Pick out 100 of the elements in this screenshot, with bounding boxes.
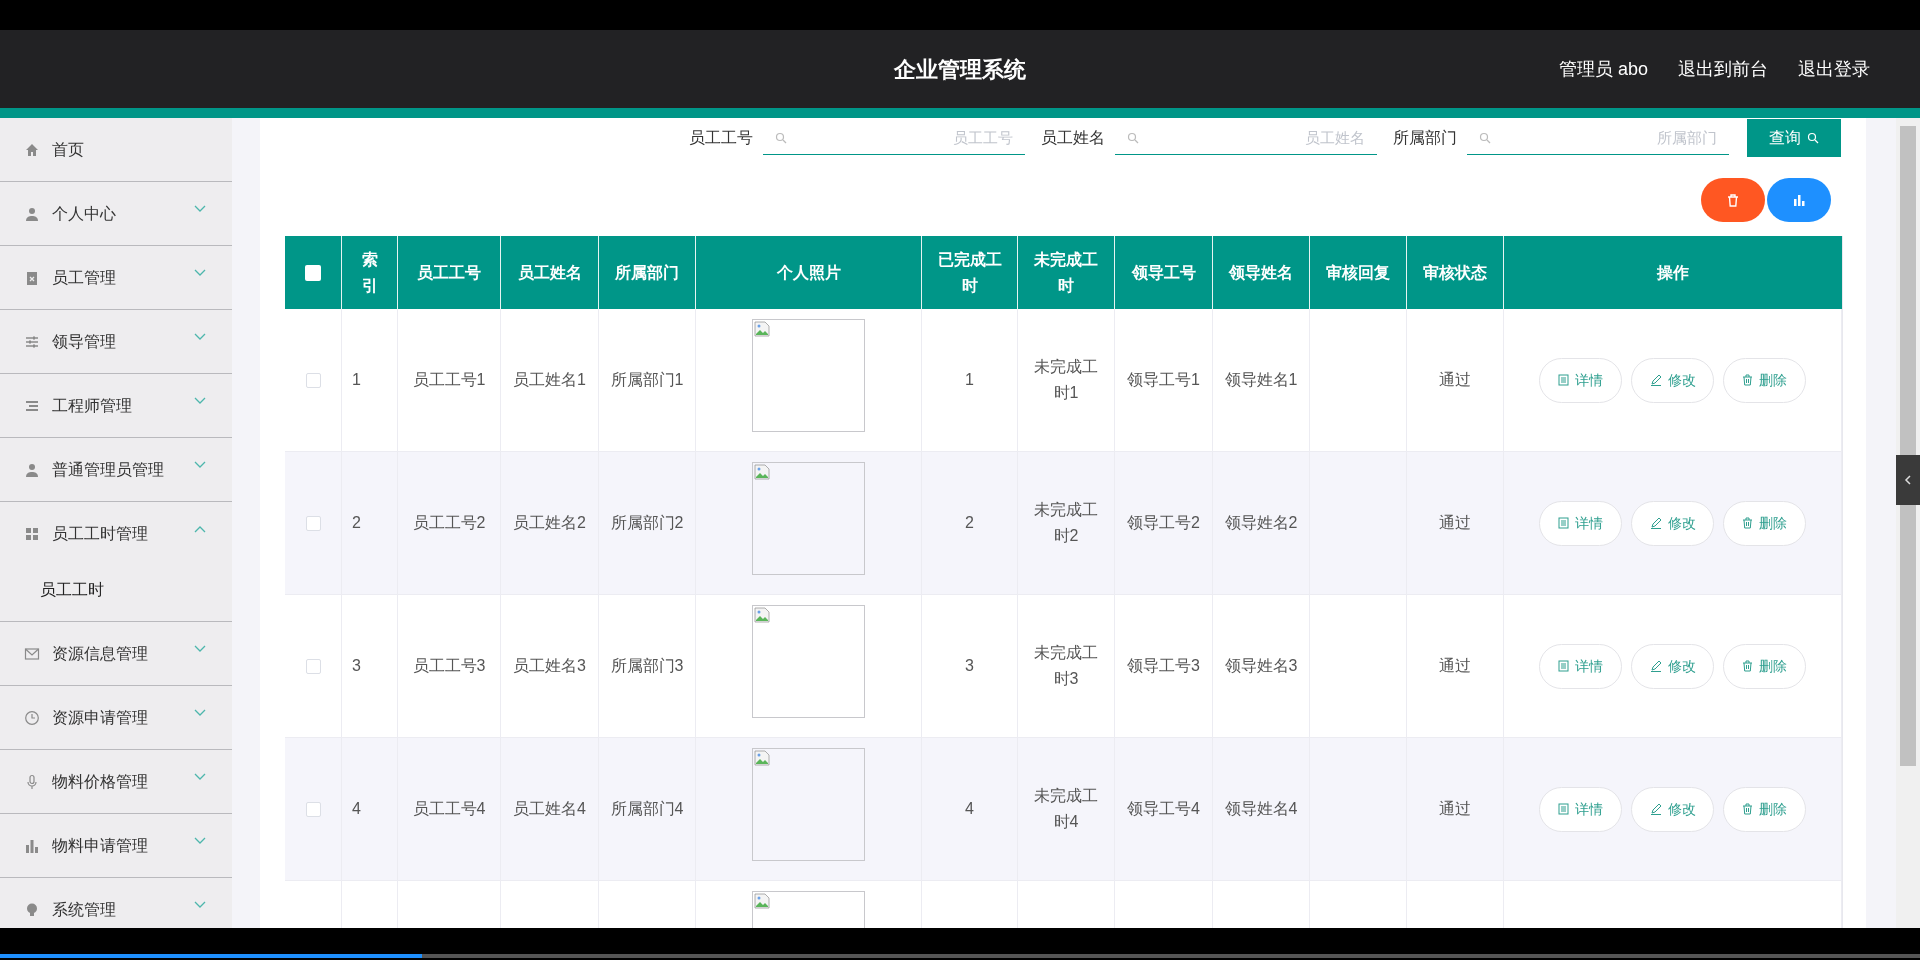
sidebar-item[interactable]: 资源申请管理 (0, 686, 232, 749)
column-header: 员工工号 (417, 262, 481, 283)
mail-icon (24, 645, 40, 662)
row-checkbox[interactable] (305, 658, 321, 674)
select-all-checkbox[interactable] (305, 264, 321, 281)
sidebar-item[interactable]: 工程师管理 (0, 374, 232, 437)
clipboard-icon (24, 269, 40, 286)
table-cell-text: 员工工号2 (412, 513, 486, 533)
scrollbar-thumb[interactable] (1900, 126, 1916, 766)
table-cell-text: 员工工号3 (412, 656, 486, 676)
table-cell-text: 员工工号4 (412, 799, 486, 819)
search-field[interactable]: 所属部门 (1467, 121, 1729, 155)
sidebar-item[interactable]: 员工工时管理 (0, 502, 232, 565)
grid-icon (24, 525, 40, 542)
table-cell-text: 2 (965, 513, 974, 533)
sidebar-item[interactable]: 首页 (0, 118, 232, 181)
pencil-icon (1649, 374, 1662, 386)
sidebar-item[interactable]: 领导管理 (0, 310, 232, 373)
trash-icon (1742, 803, 1753, 815)
table-cell-text: 未完成工时3 (1033, 643, 1099, 689)
pencil-icon (1649, 660, 1662, 672)
column-header: 审核状态 (1423, 262, 1487, 283)
clock-icon (24, 709, 40, 726)
sidebar-item[interactable]: 系统管理 (0, 878, 232, 928)
header-link[interactable]: 退出登录 (1798, 55, 1870, 83)
menu-label: 员工管理 (52, 267, 117, 288)
menu-label: 普通管理员管理 (52, 459, 165, 480)
column-header: 审核回复 (1326, 262, 1390, 283)
field-label: 所属部门 (1393, 128, 1457, 148)
broken-image-icon (754, 607, 770, 623)
column-header: 未完成工时 (1033, 249, 1099, 296)
table-cell-text: 所属部门2 (610, 513, 684, 533)
microphone-icon (24, 773, 40, 790)
table-cell-text: 所属部门3 (610, 656, 684, 676)
header-link[interactable]: 退出到前台 (1678, 55, 1768, 83)
column-header: 所属部门 (615, 262, 679, 283)
document-icon (1558, 374, 1569, 386)
sidebar-item[interactable]: 物料价格管理 (0, 750, 232, 813)
table-cell-text: 1 (965, 370, 974, 390)
menu-label: 个人中心 (52, 203, 117, 224)
chevron-left-icon (1904, 475, 1912, 485)
table-cell-text: 员工姓名2 (513, 513, 586, 533)
bar-chart-icon (1793, 194, 1805, 206)
search-icon (1807, 132, 1819, 144)
submenu-item[interactable]: 员工工时 (40, 578, 104, 602)
menu-label: 资源申请管理 (52, 707, 149, 728)
row-checkbox[interactable] (305, 372, 321, 388)
column-header: 操作 (1657, 262, 1689, 283)
field-label: 员工姓名 (1041, 128, 1105, 148)
sidebar-item[interactable]: 普通管理员管理 (0, 438, 232, 501)
row-checkbox[interactable] (305, 801, 321, 817)
statistics-button[interactable] (1767, 178, 1831, 222)
delete-button[interactable] (1701, 178, 1765, 222)
column-header: 索引 (360, 249, 379, 296)
table-cell-text: 4 (965, 799, 974, 819)
table-cell-text: 未完成工时1 (1033, 357, 1099, 403)
table-cell-text: 未完成工时2 (1033, 500, 1099, 546)
search-icon (1479, 132, 1491, 144)
document-icon (1558, 660, 1569, 672)
field-label: 员工工号 (689, 128, 753, 148)
pencil-icon (1649, 803, 1662, 815)
menu-label: 物料申请管理 (52, 835, 149, 856)
menu-label: 物料价格管理 (52, 771, 149, 792)
document-icon (1558, 517, 1569, 529)
trash-icon (1742, 374, 1753, 386)
search-icon (1127, 132, 1139, 144)
sidebar-item[interactable]: 物料申请管理 (0, 814, 232, 877)
column-header: 已完成工时 (936, 249, 1003, 296)
table-cell-text: 领导工号2 (1127, 513, 1200, 533)
row-checkbox[interactable] (305, 515, 321, 531)
trash-icon (1742, 517, 1753, 529)
trash-icon (1742, 660, 1753, 672)
search-button[interactable]: 查询 (1747, 119, 1841, 157)
table-cell-text: 所属部门4 (610, 799, 684, 819)
menu-label: 系统管理 (52, 899, 117, 920)
pencil-icon (1649, 517, 1662, 529)
table-cell-text: 4 (352, 799, 361, 819)
menu-label: 首页 (52, 139, 85, 160)
search-icon (775, 132, 787, 144)
search-field[interactable]: 员工工号 (763, 121, 1025, 155)
sidebar-item[interactable]: 资源信息管理 (0, 622, 232, 685)
search-field[interactable]: 员工姓名 (1115, 121, 1377, 155)
document-icon (1558, 803, 1569, 815)
collapse-tab[interactable] (1896, 455, 1920, 505)
menu-label: 员工工时管理 (52, 523, 149, 544)
table-cell-text: 领导工号1 (1127, 370, 1200, 390)
table-cell-text: 2 (352, 513, 361, 533)
table-cell-text: 领导工号4 (1127, 799, 1200, 819)
header-link[interactable]: 管理员 abo (1558, 55, 1648, 83)
menu-label: 领导管理 (52, 331, 117, 352)
trash-icon (1727, 193, 1739, 207)
menu-label: 资源信息管理 (52, 643, 149, 664)
column-header: 领导姓名 (1229, 262, 1293, 283)
table-cell-text: 领导姓名3 (1224, 656, 1298, 676)
broken-image-icon (754, 464, 770, 480)
sidebar-item[interactable]: 个人中心 (0, 182, 232, 245)
table-cell-text: 未完成工时4 (1033, 786, 1099, 832)
menu-label: 工程师管理 (52, 395, 133, 416)
table-cell-text: 通过 (1439, 656, 1471, 676)
sidebar-item[interactable]: 员工管理 (0, 246, 232, 309)
